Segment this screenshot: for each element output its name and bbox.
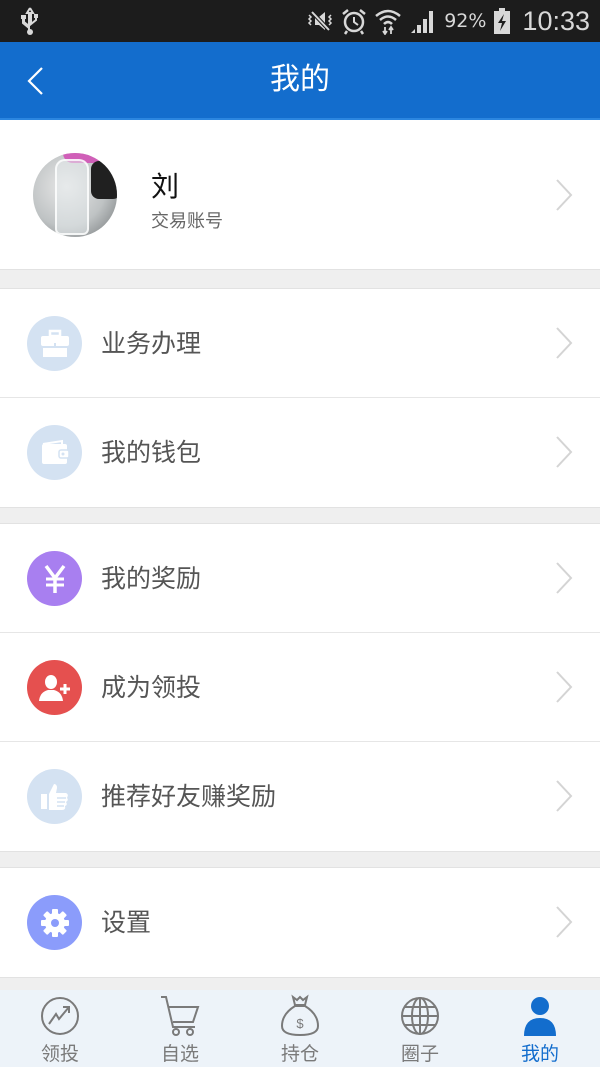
menu-item-settings[interactable]: 设置 (0, 868, 600, 977)
money-bag-icon: $ (280, 994, 320, 1037)
wallet-icon (27, 425, 82, 480)
avatar-photo-detail (91, 161, 117, 199)
tab-label: 持仓 (280, 1043, 319, 1065)
menu-item-refer-friends[interactable]: 推荐好友赚奖励 (0, 742, 600, 851)
menu-section-services: 业务办理 我的钱包 (0, 288, 600, 508)
chevron-right-icon (556, 179, 573, 211)
menu-item-label: 我的奖励 (101, 564, 202, 593)
menu-section-settings: 设置 (0, 867, 600, 978)
menu-item-label: 我的钱包 (101, 438, 202, 467)
tab-watchlist[interactable]: 自选 (120, 990, 240, 1067)
menu-item-label: 推荐好友赚奖励 (101, 782, 277, 811)
mute-vibrate-icon (308, 10, 333, 32)
tab-label: 我的 (520, 1043, 559, 1065)
avatar-photo-detail (55, 159, 89, 235)
tab-community[interactable]: 圈子 (360, 990, 480, 1067)
menu-item-label: 业务办理 (101, 329, 202, 358)
yen-icon (27, 551, 82, 606)
clock: 10:33 (522, 5, 590, 36)
person-icon (524, 997, 556, 1036)
tab-label: 自选 (160, 1043, 199, 1065)
profile-card[interactable]: 刘 交易账号 (0, 120, 600, 270)
tab-label: 领投 (40, 1043, 79, 1065)
chevron-right-icon (556, 327, 573, 359)
svg-text:$: $ (296, 1016, 304, 1031)
wifi-icon (375, 9, 401, 35)
tab-mine[interactable]: 我的 (480, 990, 600, 1067)
menu-item-become-lead[interactable]: 成为领投 (0, 633, 600, 742)
chevron-right-icon (556, 780, 573, 812)
chevron-right-icon (556, 562, 573, 594)
status-bar: 92% 10:33 (0, 0, 600, 42)
avatar (33, 153, 117, 237)
thumbs-up-icon (27, 769, 82, 824)
chevron-right-icon (556, 436, 573, 468)
menu-item-business[interactable]: 业务办理 (0, 289, 600, 398)
menu-item-label: 成为领投 (101, 673, 202, 702)
menu-item-wallet[interactable]: 我的钱包 (0, 398, 600, 507)
profile-name: 刘 (151, 170, 180, 203)
chevron-right-icon (556, 671, 573, 703)
trend-up-icon (41, 997, 79, 1035)
bottom-tab-bar: 领投 自选 $ 持仓 圈子 我的 (0, 990, 600, 1067)
gear-icon (27, 895, 82, 950)
app-header: 我的 (0, 42, 600, 120)
add-user-icon (27, 660, 82, 715)
menu-item-rewards[interactable]: 我的奖励 (0, 524, 600, 633)
cart-icon (161, 996, 200, 1036)
tab-lead-invest[interactable]: 领投 (0, 990, 120, 1067)
globe-icon (401, 997, 439, 1035)
menu-section-rewards: 我的奖励 成为领投 推荐好友赚奖励 (0, 523, 600, 852)
page-title: 我的 (270, 62, 330, 97)
chevron-right-icon (556, 906, 573, 938)
briefcase-icon (27, 316, 82, 371)
alarm-icon (342, 9, 366, 35)
battery-charging-icon (494, 8, 511, 34)
tab-positions[interactable]: $ 持仓 (240, 990, 360, 1067)
profile-subtitle: 交易账号 (151, 211, 223, 232)
tab-label: 圈子 (400, 1043, 439, 1065)
usb-icon (21, 7, 38, 35)
signal-icon (411, 11, 434, 33)
menu-item-label: 设置 (101, 908, 152, 937)
battery-percent: 92% (444, 10, 487, 32)
